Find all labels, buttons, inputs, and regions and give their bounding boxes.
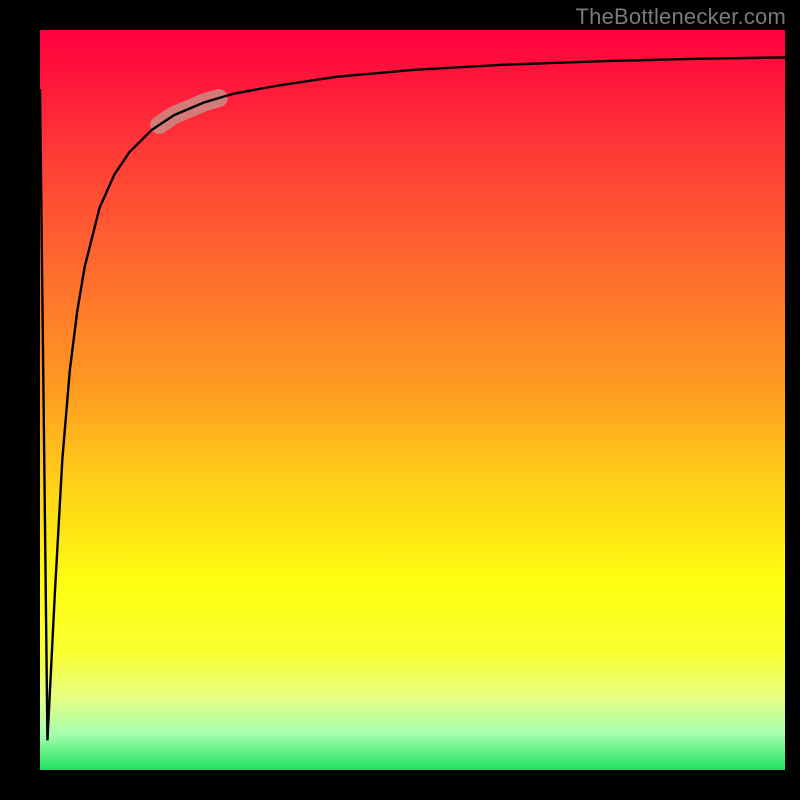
bottleneck-curve: [40, 57, 785, 740]
highlight-segment: [159, 98, 219, 125]
plot-area: [40, 30, 785, 770]
chart-stage: TheBottlenecker.com: [0, 0, 800, 800]
curve-layer: [40, 30, 785, 770]
watermark-label: TheBottlenecker.com: [576, 4, 786, 30]
